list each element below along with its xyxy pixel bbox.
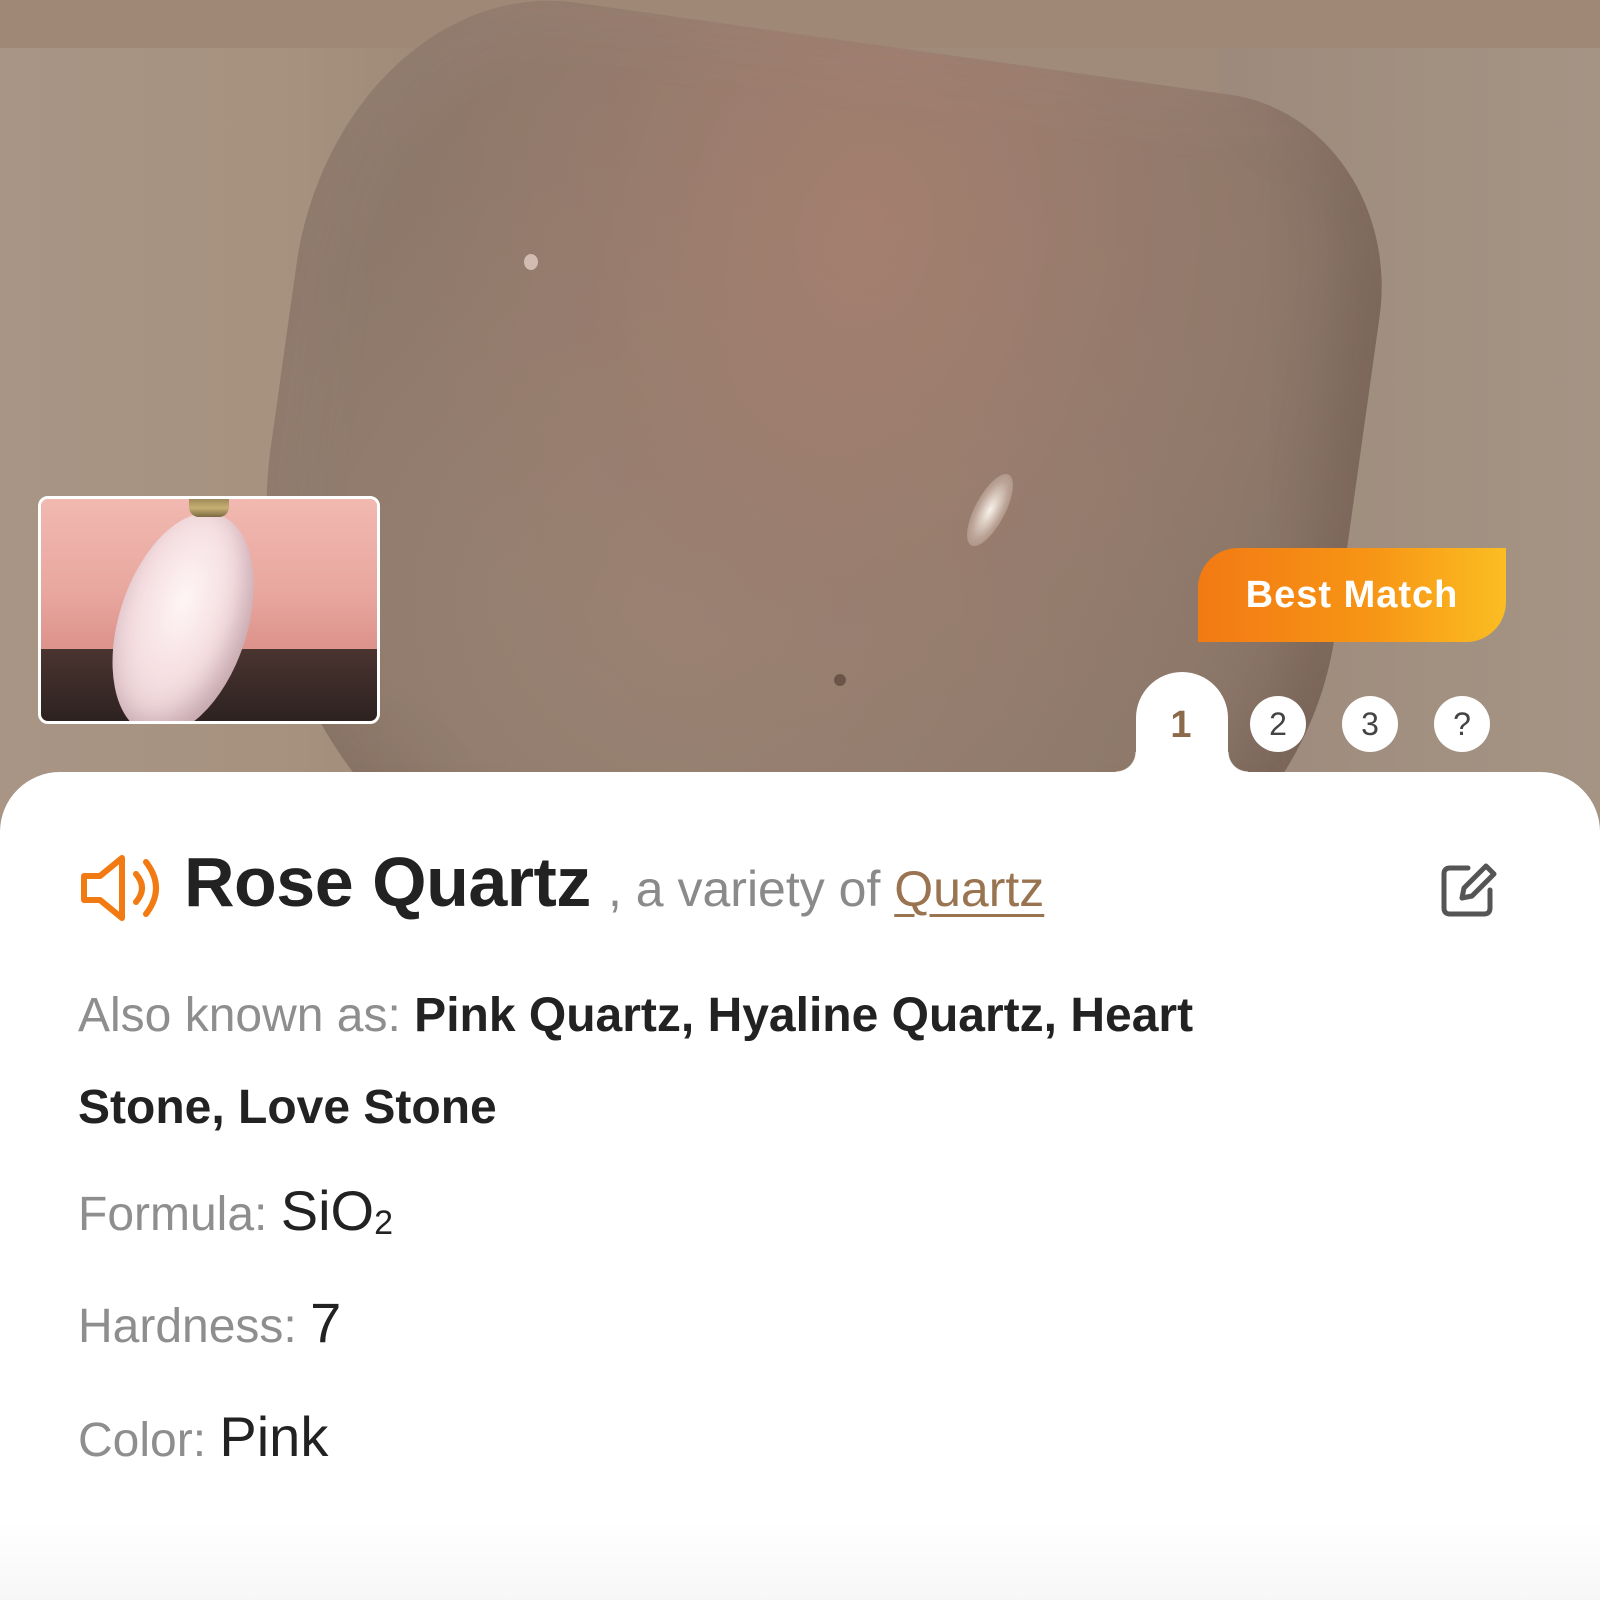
speaker-icon[interactable] — [78, 852, 168, 924]
tab-result-3[interactable]: 3 — [1342, 696, 1398, 752]
color-row: Color: Pink — [78, 1404, 328, 1469]
tab-result-unknown[interactable]: ? — [1434, 696, 1490, 752]
result-title-row: Rose Quartz , a variety of Quartz — [78, 838, 1538, 938]
color-value: Pink — [219, 1405, 329, 1468]
tab-result-1[interactable]: 1 — [1152, 696, 1210, 754]
variety-prefix: , a variety of — [608, 861, 895, 917]
formula-label: Formula: — [78, 1188, 281, 1241]
also-known-as-continuation: Stone, Love Stone — [78, 1080, 497, 1135]
tab-notch-fillet-left — [1116, 752, 1136, 772]
stone-speck — [524, 254, 538, 270]
tab-result-2[interactable]: 2 — [1250, 696, 1306, 752]
variety-line: , a variety of Quartz — [608, 860, 1044, 918]
formula-subscript: 2 — [374, 1204, 393, 1243]
hardness-row: Hardness: 7 — [78, 1290, 341, 1355]
mineral-name: Rose Quartz — [184, 843, 591, 921]
formula-row: Formula: SiO2 — [78, 1178, 393, 1243]
bottom-fade — [0, 1520, 1600, 1600]
edit-icon[interactable] — [1438, 860, 1498, 920]
also-known-as-label: Also known as: — [78, 989, 415, 1042]
also-known-as-row: Also known as: Pink Quartz, Hyaline Quar… — [78, 988, 1193, 1043]
also-known-as-value-line1: Pink Quartz, Hyaline Quartz, Heart — [414, 989, 1194, 1042]
stone-dot — [834, 674, 846, 686]
thumbnail-bail — [189, 499, 229, 517]
user-photo-thumbnail[interactable] — [38, 496, 380, 724]
also-known-as-value-line2: Stone, Love Stone — [78, 1081, 497, 1134]
best-match-badge: Best Match — [1198, 548, 1506, 642]
color-label: Color: — [78, 1414, 220, 1467]
identification-result-screen: Best Match 1 2 3 ? Rose Quartz , a varie… — [0, 0, 1600, 1600]
variety-link[interactable]: Quartz — [894, 861, 1044, 917]
hardness-value: 7 — [310, 1291, 342, 1354]
formula-value: SiO — [280, 1179, 375, 1242]
tab-notch-fillet-right — [1228, 752, 1248, 772]
stone-image — [212, 0, 1408, 830]
hardness-label: Hardness: — [78, 1300, 311, 1353]
